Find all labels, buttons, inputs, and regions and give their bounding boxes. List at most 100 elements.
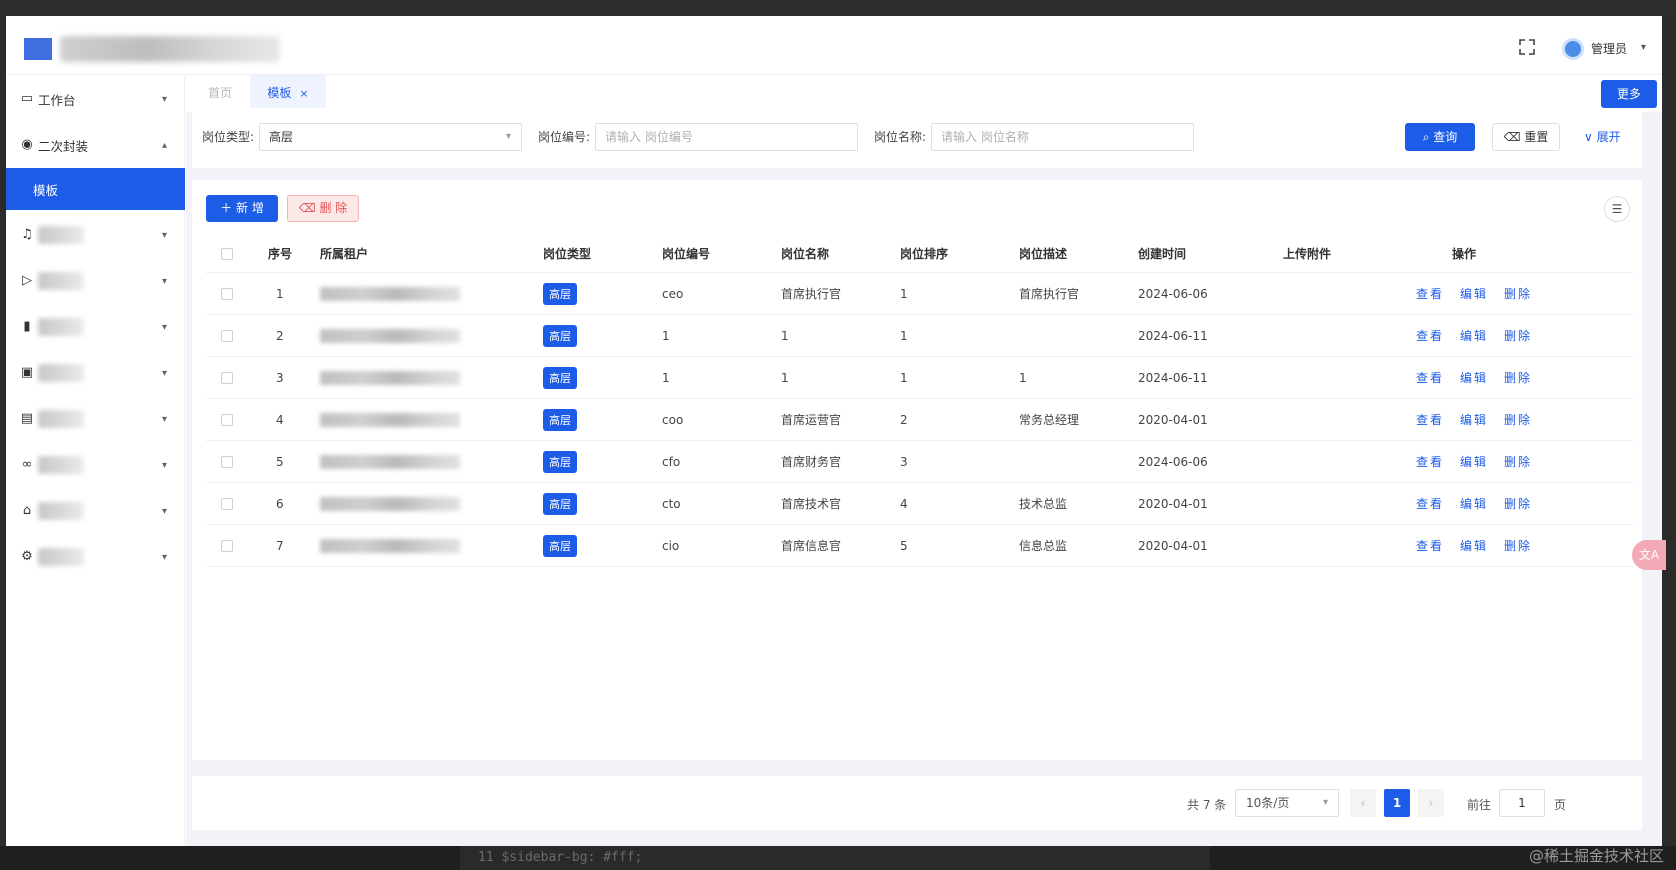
row-checkbox[interactable] [221,371,233,384]
post-code-input[interactable]: 请输入 岗位编号 [595,123,858,151]
cell-tenant-blurred [320,286,460,301]
table-row: 4 高层 coo 首席运营官 2 常务总经理 2020-04-01 查看 编辑 … [206,399,1633,441]
chevron-down-icon: ▾ [161,229,167,241]
sidebar-item-label: 模板 [33,182,59,198]
goto-page-input[interactable]: 1 [1499,789,1545,817]
row-checkbox[interactable] [221,455,233,468]
batch-delete-button[interactable]: ⌫ 删 除 [287,195,359,222]
close-icon[interactable]: × [299,87,308,100]
cell-name: 首席信息官 [781,539,842,553]
logo-icon[interactable] [24,38,52,60]
tab-home[interactable]: 首页 [208,75,232,112]
post-name-input[interactable]: 请输入 岗位名称 [931,123,1194,151]
cell-sort: 1 [900,328,908,343]
view-link[interactable]: 查看 [1416,495,1444,512]
post-type-value: 高层 [269,130,294,144]
editor-backdrop-top [0,0,1676,16]
cell-desc: 信息总监 [1019,539,1068,553]
translate-float-icon[interactable]: 文A [1632,540,1666,570]
edit-link[interactable]: 编辑 [1460,327,1488,344]
post-type-select[interactable]: 高层 ▾ [259,123,522,151]
edit-link[interactable]: 编辑 [1460,453,1488,470]
chevron-down-icon: ▾ [505,131,511,142]
table-row: 1 高层 ceo 首席执行官 1 首席执行官 2024-06-06 查看 编辑 … [206,273,1633,315]
cell-no: 1 [276,286,284,301]
cell-sort: 1 [900,370,908,385]
select-all-checkbox[interactable] [221,247,233,260]
cell-name: 首席执行官 [781,287,842,301]
cell-name: 1 [781,370,789,385]
sidebar-item-documents[interactable]: ▤ ▾ [6,396,185,442]
table-row: 6 高层 cto 首席技术官 4 技术总监 2020-04-01 查看 编辑 删… [206,483,1633,525]
cell-type-tag: 高层 [543,282,577,305]
add-button[interactable]: ＋ 新 增 [206,195,278,222]
column-settings-icon[interactable]: ☰ [1604,196,1630,222]
row-checkbox[interactable] [221,329,233,342]
query-button[interactable]: ⌕ 查询 [1405,123,1475,151]
cell-sort: 4 [900,496,908,511]
next-page-button[interactable]: › [1418,789,1444,817]
edit-link[interactable]: 编辑 [1460,369,1488,386]
view-link[interactable]: 查看 [1416,537,1444,554]
sidebar-item-links[interactable]: ∞ ▾ [6,442,185,488]
sidebar-item-template[interactable]: 模板 [6,168,185,210]
cell-type-tag: 高层 [543,534,577,557]
chevron-down-icon: ∨ [1584,130,1597,144]
page-number-button[interactable]: 1 [1384,789,1410,817]
edit-link[interactable]: 编辑 [1460,285,1488,302]
delete-link[interactable]: 删除 [1504,453,1532,470]
delete-link[interactable]: 删除 [1504,369,1532,386]
sidebar-item-label-blurred [38,364,84,382]
expand-button[interactable]: ∨ 展开 [1584,128,1621,145]
sidebar: ▭ 工作台 ▾ ◉ 二次封装 ▴ 模板 ♫ ▾ ▷ ▾ ▮ ▾ ▣ ▾ ▤ ▾ … [6,76,185,846]
sidebar-item-messages[interactable]: ▷ ▾ [6,258,185,304]
delete-link[interactable]: 删除 [1504,537,1532,554]
page-size-select[interactable]: 10条/页 ▾ [1235,789,1339,817]
cell-created: 2020-04-01 [1138,496,1208,511]
cell-type-tag: 高层 [543,408,577,431]
view-link[interactable]: 查看 [1416,369,1444,386]
cell-tenant-blurred [320,454,460,469]
row-checkbox[interactable] [221,539,233,552]
cell-type-tag: 高层 [543,366,577,389]
row-checkbox[interactable] [221,413,233,426]
row-checkbox[interactable] [221,497,233,510]
sidebar-item-wallet[interactable]: ▣ ▾ [6,350,185,396]
delete-link[interactable]: 删除 [1504,411,1532,428]
edit-link[interactable]: 编辑 [1460,495,1488,512]
user-name[interactable]: 管理员 [1591,40,1627,57]
cell-tenant-blurred [320,370,460,385]
cell-code: coo [662,412,684,427]
sidebar-item-secondary-wrap[interactable]: ◉ 二次封装 ▴ [6,122,185,168]
edit-link[interactable]: 编辑 [1460,537,1488,554]
row-checkbox[interactable] [221,287,233,300]
cell-code: 1 [662,370,670,385]
delete-link[interactable]: 删除 [1504,327,1532,344]
sidebar-item-settings[interactable]: ⚙ ▾ [6,534,185,580]
cell-type-tag: 高层 [543,492,577,515]
delete-link[interactable]: 删除 [1504,285,1532,302]
view-link[interactable]: 查看 [1416,411,1444,428]
tab-template[interactable]: 模板 × [250,75,326,112]
delete-link[interactable]: 删除 [1504,495,1532,512]
sidebar-item-workbench[interactable]: ▭ 工作台 ▾ [6,76,185,122]
avatar[interactable] [1562,38,1584,60]
sidebar-item-security[interactable]: ⌂ ▾ [6,488,185,534]
sidebar-item-notifications[interactable]: ♫ ▾ [6,212,185,258]
cell-no: 4 [276,412,284,427]
cell-name: 首席运营官 [781,413,842,427]
reset-button[interactable]: ⌫ 重置 [1492,123,1560,151]
chevron-down-icon[interactable]: ▾ [1641,42,1646,53]
fullscreen-icon[interactable] [1518,38,1536,56]
prev-page-button[interactable]: ‹ [1350,789,1376,817]
view-link[interactable]: 查看 [1416,285,1444,302]
col-header-tenant: 所属租户 [320,247,369,261]
add-label: 新 增 [236,201,264,215]
view-link[interactable]: 查看 [1416,327,1444,344]
table-row: 2 高层 1 1 1 2024-06-11 查看 编辑 删除 [206,315,1633,357]
more-button[interactable]: 更多 [1601,80,1657,108]
edit-link[interactable]: 编辑 [1460,411,1488,428]
view-link[interactable]: 查看 [1416,453,1444,470]
sidebar-item-statistics[interactable]: ▮ ▾ [6,304,185,350]
chevron-up-icon: ▴ [161,139,167,151]
